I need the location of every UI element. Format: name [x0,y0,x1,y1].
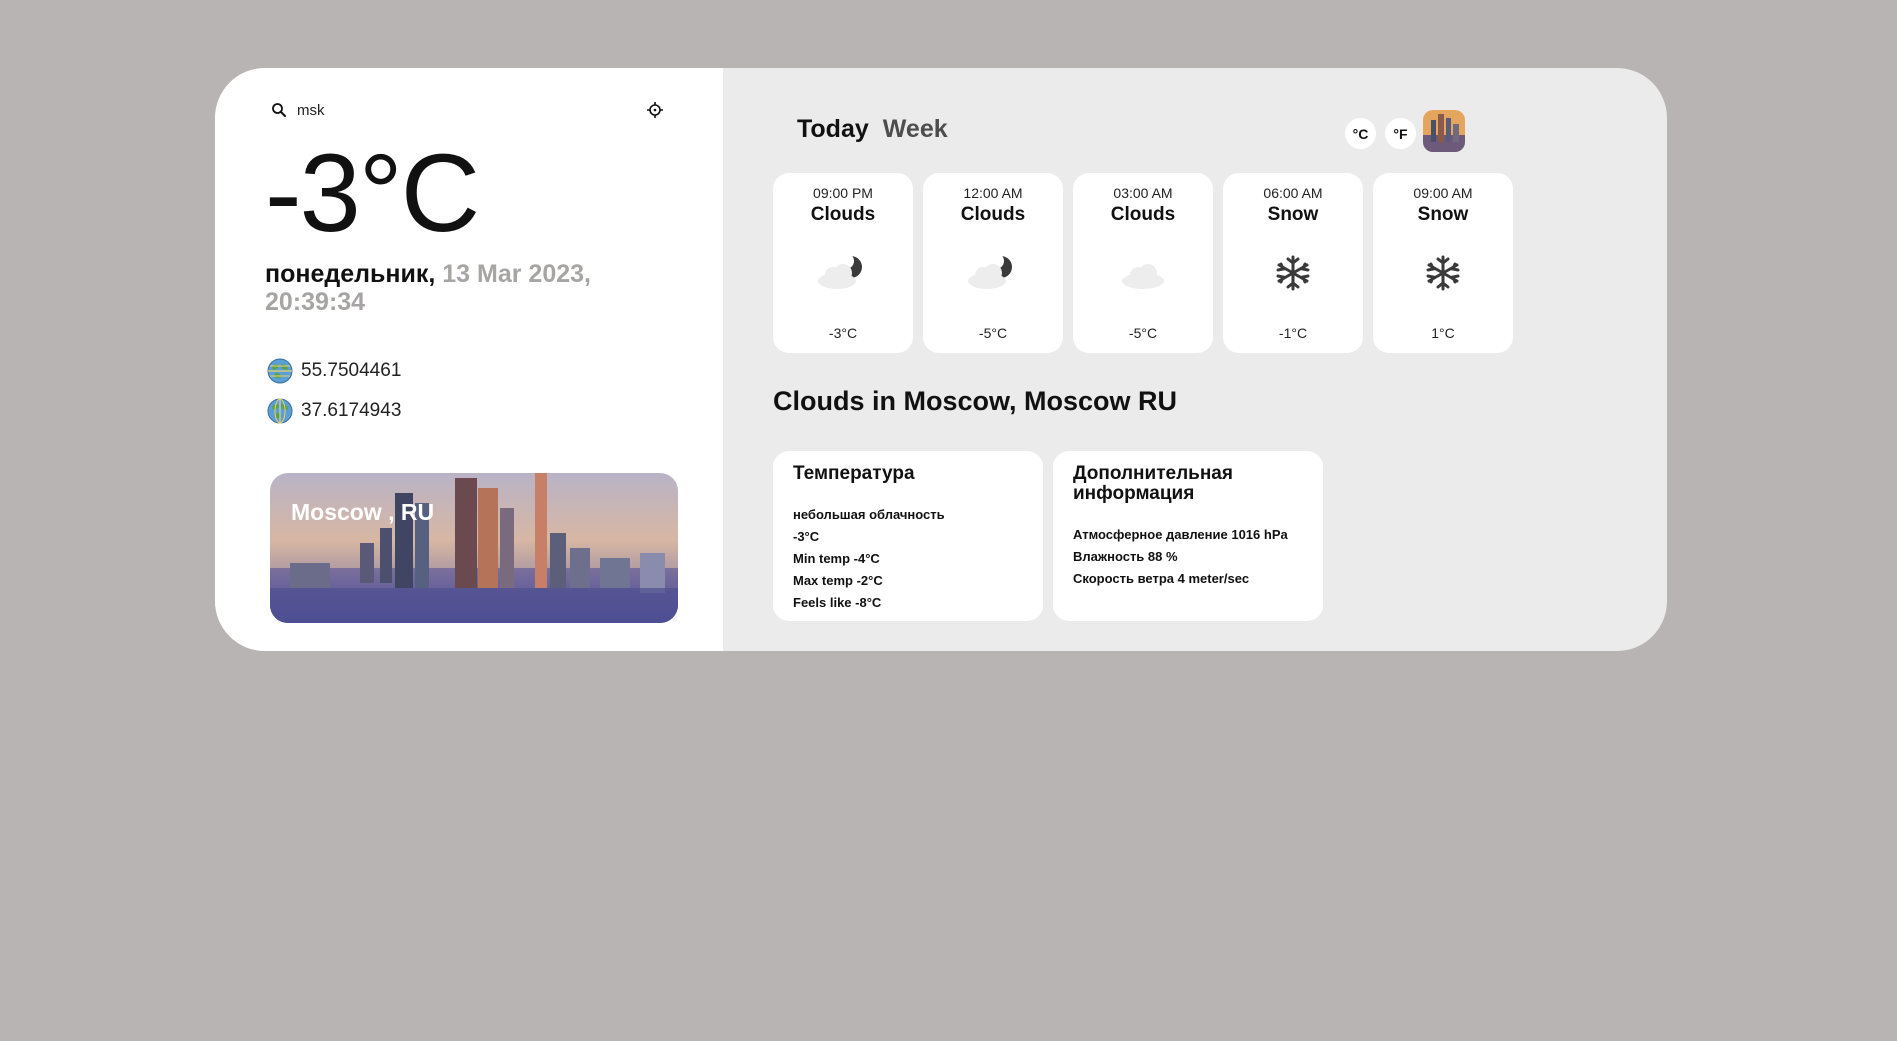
forecast-description: Snow [1417,204,1469,225]
forecast-time: 03:00 AM [1113,185,1173,201]
latitude-row: 55.7504461 [267,358,401,384]
forecast-time: 06:00 AM [1263,185,1323,201]
city-image-card[interactable]: Moscow , RU [270,473,678,623]
search-icon [272,103,286,117]
temperature-details: небольшая облачность -3°C Min temp -4°C … [793,504,1023,614]
additional-info-title: Дополнительная информация [1073,463,1233,504]
globe-icon [267,358,293,384]
forecast-description: Clouds [1110,204,1176,225]
longitude-value: 37.6174943 [301,400,402,421]
globe-icon [267,398,293,424]
weather-app: -3°C понедельник, 13 Mar 2023, 20:39:34 … [215,68,1667,651]
feels-like: Feels like -8°C [793,595,882,610]
forecast-temperature: -5°C [1128,325,1158,341]
forecast-temperature: -5°C [978,325,1008,341]
forecast-temperature: 1°C [1431,325,1455,341]
forecast-card: 03:00 AM Clouds -5°C [1073,173,1213,353]
partly-cloudy-night-icon [818,253,862,289]
forecast-card: 06:00 AM Snow -1°C [1223,173,1363,353]
humidity: Влажность 88 % [1073,549,1178,564]
forecast-time: 12:00 AM [963,185,1023,201]
forecast-time: 09:00 PM [813,185,873,201]
temperature-value: -3°C [793,529,820,544]
cloud-icon [1122,264,1164,289]
wind-speed: Скорость ветра 4 meter/sec [1073,571,1250,586]
additional-details: Атмосферное давление 1016 hPa Влажность … [1073,524,1303,590]
current-weather-panel: -3°C понедельник, 13 Mar 2023, 20:39:34 … [215,68,723,651]
city-skyline-image [270,473,678,623]
pressure: Атмосферное давление 1016 hPa [1073,527,1288,542]
view-tabs: Today Week [795,113,950,146]
forecast-card: 09:00 PM Clouds -3°C [773,173,913,353]
additional-info-card: Дополнительная информация Атмосферное да… [1053,451,1323,621]
avatar-city-image [1423,110,1465,152]
hourly-forecast: 09:00 PM Clouds -3°C 12:00 AM Clouds -5°… [773,173,1513,353]
snowflake-icon [1276,255,1310,291]
city-name: Moscow , RU [291,499,435,525]
weekday: понедельник, [265,260,436,288]
forecast-temperature: -1°C [1278,325,1308,341]
avatar[interactable] [1423,110,1465,152]
search-input[interactable] [297,101,597,119]
forecast-temperature: -3°C [828,325,858,341]
snowflake-icon [1426,255,1460,291]
forecast-time: 09:00 AM [1413,185,1473,201]
max-temperature: Max temp -2°C [793,573,883,588]
longitude-row: 37.6174943 [267,398,401,424]
weather-headline: Clouds in Moscow, Moscow RU [773,386,1178,416]
forecast-description: Snow [1267,204,1319,225]
forecast-panel: Today Week °C °F 09:00 PM Clouds -3°C 12… [723,68,1667,651]
search-bar [271,96,671,124]
current-location-button[interactable] [643,98,667,122]
latitude-value: 55.7504461 [301,360,402,381]
forecast-description: Clouds [810,204,876,225]
partly-cloudy-night-icon [968,253,1012,289]
current-date: понедельник, 13 Mar 2023, 20:39:34 [265,260,645,316]
fahrenheit-button[interactable]: °F [1385,118,1416,149]
min-temperature: Min temp -4°C [793,551,880,566]
forecast-card: 12:00 AM Clouds -5°C [923,173,1063,353]
tab-week[interactable]: Week [881,113,950,146]
current-temperature: -3°C [265,132,480,255]
forecast-card: 09:00 AM Snow 1°C [1373,173,1513,353]
temperature-card: Температура небольшая облачность -3°C Mi… [773,451,1043,621]
temperature-card-title: Температура [793,463,915,484]
crosshair-icon [647,102,663,118]
celsius-button[interactable]: °C [1345,118,1376,149]
forecast-description: Clouds [960,204,1026,225]
weather-description: небольшая облачность [793,507,945,522]
tab-today[interactable]: Today [795,113,871,146]
